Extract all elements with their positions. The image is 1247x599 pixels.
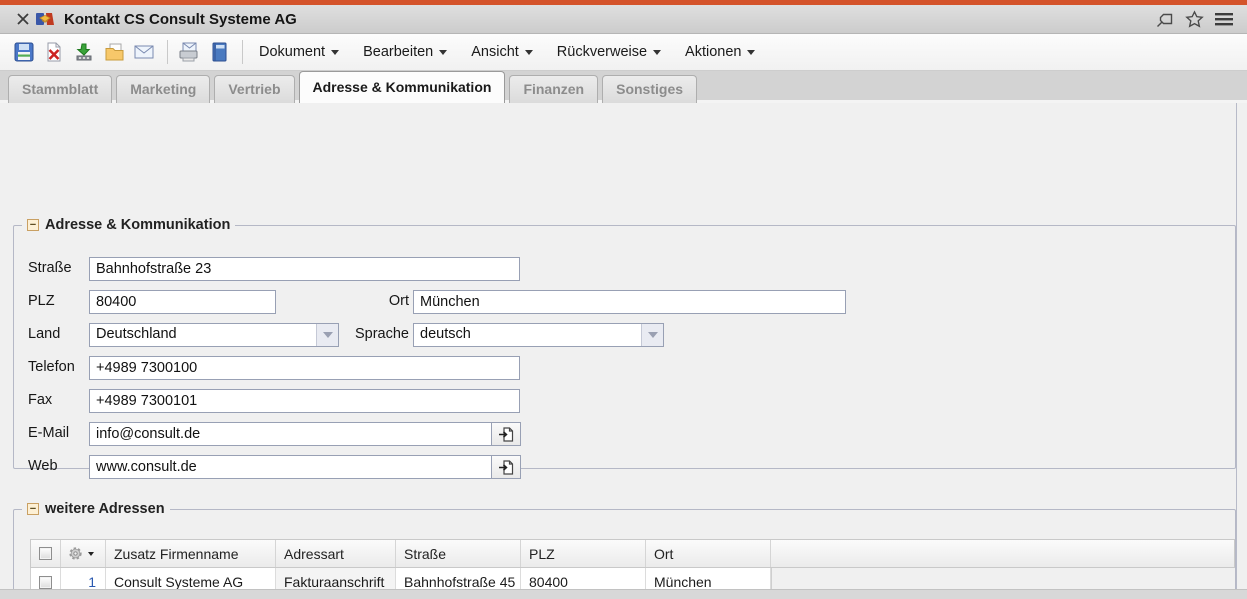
menu-bearbeiten-label: Bearbeiten (363, 44, 433, 60)
delete-document-icon[interactable] (40, 38, 68, 66)
email-input[interactable] (89, 422, 492, 446)
toolbar-separator (167, 40, 168, 64)
copy-document-icon[interactable] (100, 38, 128, 66)
more-addresses-fieldset: − weitere Adressen (13, 501, 1236, 599)
col-header-zusatz[interactable]: Zusatz Firmenname (106, 540, 276, 567)
chevron-down-icon (525, 50, 533, 55)
ort-label: Ort (344, 293, 409, 309)
fax-input[interactable] (89, 389, 520, 413)
toolbar-separator (242, 40, 243, 64)
col-header-plz[interactable]: PLZ (521, 540, 646, 567)
menu-bearbeiten[interactable]: Bearbeiten (354, 39, 456, 65)
sprache-combobox[interactable]: deutsch (413, 323, 664, 347)
land-combobox[interactable]: Deutschland (89, 323, 339, 347)
chevron-down-icon (331, 50, 339, 55)
menu-dokument[interactable]: Dokument (250, 39, 348, 65)
title-bar: Kontakt CS Consult Systeme AG (0, 5, 1247, 34)
web-open-button[interactable] (492, 455, 521, 479)
more-addresses-legend: − weitere Adressen (22, 501, 170, 517)
menu-ansicht-label: Ansicht (471, 44, 519, 60)
content-area: − Adresse & Kommunikation Straße PLZ Ort… (0, 103, 1247, 589)
print-letter-icon[interactable] (175, 38, 203, 66)
chevron-down-icon (439, 50, 447, 55)
collapse-icon[interactable]: − (27, 503, 39, 515)
col-header-filler (771, 540, 1234, 567)
gear-cell (61, 540, 106, 567)
more-addresses-title: weitere Adressen (45, 501, 165, 517)
collapse-icon[interactable]: − (27, 219, 39, 231)
contact-window: Kontakt CS Consult Systeme AG (0, 0, 1247, 599)
tab-vertrieb[interactable]: Vertrieb (214, 75, 294, 103)
telefon-label: Telefon (28, 359, 75, 375)
tab-marketing[interactable]: Marketing (116, 75, 210, 103)
address-fieldset-legend: − Adresse & Kommunikation (22, 217, 235, 233)
address-book-icon[interactable] (205, 38, 233, 66)
strasse-input[interactable] (89, 257, 520, 281)
web-input[interactable] (89, 455, 492, 479)
menu-ansicht[interactable]: Ansicht (462, 39, 542, 65)
window-title: Kontakt CS Consult Systeme AG (64, 11, 297, 28)
send-mail-icon[interactable] (130, 38, 158, 66)
chevron-down-icon (747, 50, 755, 55)
combo-dropdown-icon[interactable] (316, 324, 338, 346)
select-all-cell (31, 540, 61, 567)
web-label: Web (28, 458, 58, 474)
select-all-checkbox[interactable] (39, 547, 52, 560)
menu-rueckverweise-label: Rückverweise (557, 44, 647, 60)
tab-sonstiges[interactable]: Sonstiges (602, 75, 697, 103)
sprache-label: Sprache (344, 326, 409, 342)
row-checkbox[interactable] (39, 576, 52, 589)
tab-finanzen[interactable]: Finanzen (509, 75, 598, 103)
window-bottom-strip (0, 589, 1247, 599)
check-in-icon[interactable] (70, 38, 98, 66)
col-header-ort[interactable]: Ort (646, 540, 771, 567)
sprache-value: deutsch (420, 326, 471, 342)
menu-aktionen-label: Aktionen (685, 44, 741, 60)
chevron-down-icon (653, 50, 661, 55)
tab-adresse-kommunikation[interactable]: Adresse & Kommunikation (299, 71, 506, 103)
star-icon[interactable] (1183, 8, 1205, 30)
save-icon[interactable] (10, 38, 38, 66)
menu-dokument-label: Dokument (259, 44, 325, 60)
fax-label: Fax (28, 392, 52, 408)
ort-input[interactable] (413, 290, 846, 314)
strasse-label: Straße (28, 260, 72, 276)
address-fieldset-title: Adresse & Kommunikation (45, 217, 230, 233)
close-icon[interactable] (12, 8, 34, 30)
chevron-down-icon (88, 552, 94, 556)
gear-icon (67, 545, 84, 562)
pin-icon[interactable] (1153, 8, 1175, 30)
land-label: Land (28, 326, 60, 342)
col-header-adressart[interactable]: Adressart (276, 540, 396, 567)
tab-bar: Stammblatt Marketing Vertrieb Adresse & … (0, 71, 1247, 103)
contact-handshake-icon (34, 8, 56, 30)
main-toolbar: Dokument Bearbeiten Ansicht Rückverweise… (0, 34, 1247, 71)
column-settings-button[interactable] (67, 545, 94, 562)
address-fieldset: − Adresse & Kommunikation Straße PLZ Ort… (13, 217, 1236, 469)
menu-aktionen[interactable]: Aktionen (676, 39, 764, 65)
plz-input[interactable] (89, 290, 276, 314)
col-header-strasse[interactable]: Straße (396, 540, 521, 567)
telefon-input[interactable] (89, 356, 520, 380)
hamburger-menu-icon[interactable] (1213, 8, 1235, 30)
plz-label: PLZ (28, 293, 55, 309)
addresses-table-header: Zusatz Firmenname Adressart Straße PLZ O… (30, 539, 1235, 568)
tab-stammblatt[interactable]: Stammblatt (8, 75, 112, 103)
combo-dropdown-icon[interactable] (641, 324, 663, 346)
land-value: Deutschland (96, 326, 177, 342)
email-label: E-Mail (28, 425, 69, 441)
menu-rueckverweise[interactable]: Rückverweise (548, 39, 670, 65)
email-open-button[interactable] (492, 422, 521, 446)
content-right-border (1236, 103, 1237, 589)
